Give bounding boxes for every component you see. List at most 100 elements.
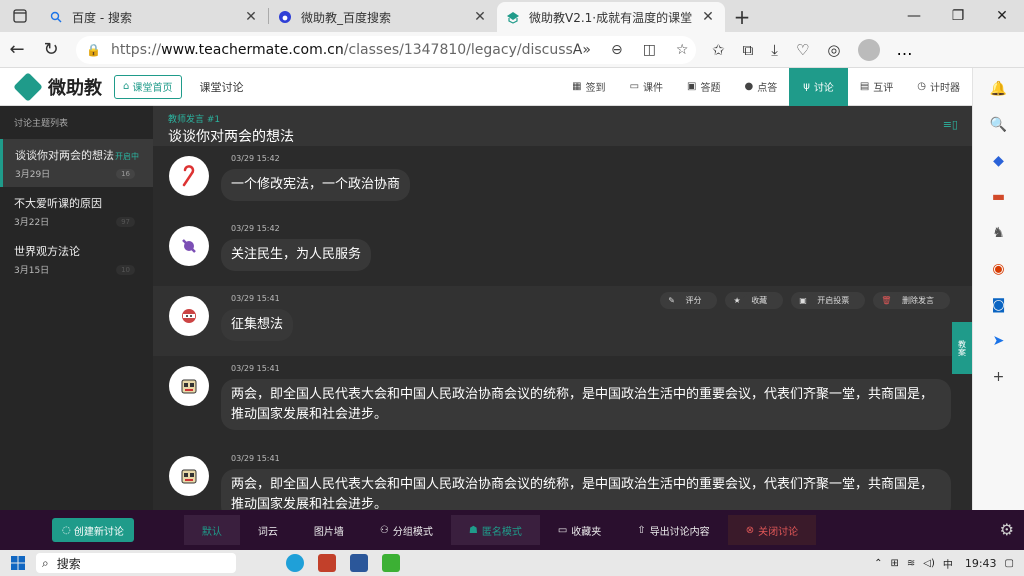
nav-signin[interactable]: ▦ 签到 <box>560 68 617 106</box>
message-item: 03/29 15:41 两会，即全国人民代表大会和中国人民政治协商会议的统称，是… <box>153 446 972 510</box>
read-aloud-icon[interactable]: A» <box>573 42 591 58</box>
message-time: 03/29 15:42 <box>231 154 280 163</box>
favorites-folder[interactable]: ▭ 收藏夹 <box>540 515 619 545</box>
topic-status: 开启中 <box>115 152 139 161</box>
vote-button[interactable]: ▣ 开启投票 <box>791 292 866 309</box>
browser-tab-1[interactable]: 百度 - 搜索 ✕ <box>40 2 268 32</box>
favorite-star-icon[interactable]: ☆ <box>676 42 689 58</box>
robot-icon <box>169 456 209 496</box>
add-icon[interactable]: + <box>988 366 1010 388</box>
mode-default[interactable]: 默认 <box>183 515 240 545</box>
window-controls: — ❐ ✕ <box>892 0 1024 32</box>
shopping-tag-icon[interactable]: ◆ <box>988 150 1010 172</box>
clock[interactable]: 19:43 <box>965 557 997 570</box>
create-discussion-button[interactable]: ◌ 创建新讨论 <box>52 518 134 542</box>
close-window-icon[interactable]: ✕ <box>980 0 1024 32</box>
volume-icon[interactable]: ◁) <box>923 558 935 569</box>
message-item-hovered: 03/29 15:41 征集想法 ✎ 评分 ★ 收藏 ▣ 开启投票 🗑 删除发言 <box>153 286 972 356</box>
close-icon[interactable]: ✕ <box>699 9 717 25</box>
search-icon[interactable]: 🔍 <box>988 114 1010 136</box>
discussion-pane: 教师发言 #1 谈谈你对两会的想法 ≡▯ 03/29 15:42 一个修改宪法，… <box>153 106 972 510</box>
nav-timer[interactable]: ◷ 计时器 <box>905 68 972 106</box>
outlook-icon[interactable]: ◙ <box>988 294 1010 316</box>
nav-rollcall[interactable]: ● 点答 <box>732 68 789 106</box>
copilot-icon[interactable]: ◎ <box>827 41 840 59</box>
refresh-icon[interactable]: ↻ <box>34 35 68 65</box>
nav-label: 讨论 <box>813 83 834 94</box>
delete-button[interactable]: 🗑 删除发言 <box>873 292 950 309</box>
mode-anonymous[interactable]: ☗ 匿名模式 <box>450 515 540 545</box>
toolbox-icon[interactable]: ▬ <box>988 186 1010 208</box>
baidu-icon <box>277 9 293 25</box>
new-tab-button[interactable]: + <box>725 2 759 32</box>
mode-picture-wall[interactable]: 图片墙 <box>296 515 362 545</box>
browser-tab-strip: 百度 - 搜索 ✕ 微助教_百度搜索 ✕ 微助教V2.1·成就有温度的课堂 ✕ … <box>0 0 1024 32</box>
topic-item-1[interactable]: 谈谈你对两会的想法 3月29日 开启中 16 <box>0 139 153 187</box>
teachermate-icon <box>505 9 521 25</box>
discussion-header: 教师发言 #1 谈谈你对两会的想法 ≡▯ <box>153 106 972 146</box>
mode-label: 匿名模式 <box>481 526 522 538</box>
mode-wordcloud[interactable]: 词云 <box>240 515 296 545</box>
filter-icon[interactable]: ≡▯ <box>943 118 958 131</box>
topic-title: 世界观方法论 <box>14 245 80 258</box>
topic-count: 10 <box>116 265 135 275</box>
nav-quiz[interactable]: ▣ 答题 <box>675 68 732 106</box>
topic-item-3[interactable]: 世界观方法论 3月15日 10 <box>0 235 153 283</box>
robot-icon <box>169 366 209 406</box>
rate-button[interactable]: ✎ 评分 <box>660 292 718 309</box>
close-icon[interactable]: ✕ <box>242 9 260 25</box>
mode-label: 导出讨论内容 <box>649 526 710 538</box>
performance-icon[interactable]: ♡ <box>796 41 809 59</box>
tab-actions-icon[interactable] <box>0 0 40 32</box>
gear-icon[interactable]: ⚙ <box>1000 520 1014 539</box>
back-icon[interactable]: ← <box>0 35 34 65</box>
favorites-icon[interactable]: ✩ <box>712 41 725 59</box>
edge-app-icon[interactable] <box>286 554 304 572</box>
chevron-up-icon[interactable]: ⌃ <box>874 558 882 569</box>
mode-group[interactable]: ⚇ 分组模式 <box>362 515 451 545</box>
send-icon[interactable]: ➤ <box>988 330 1010 352</box>
favorite-button[interactable]: ★ 收藏 <box>725 292 784 309</box>
maximize-icon[interactable]: ❐ <box>936 0 980 32</box>
nav-slides[interactable]: ▭ 课件 <box>618 68 675 106</box>
chess-icon[interactable]: ♞ <box>988 222 1010 244</box>
tab-label: 微助教V2.1·成就有温度的课堂 <box>529 10 693 25</box>
office-icon[interactable]: ◉ <box>988 258 1010 280</box>
message-item: 03/29 15:41 两会，即全国人民代表大会和中国人民政治协商会议的统称，是… <box>153 356 972 446</box>
app-icon-2[interactable] <box>318 554 336 572</box>
course-home-button[interactable]: ⌂ 课堂首页 <box>114 74 182 99</box>
collections-icon[interactable]: ⧉ <box>743 41 754 59</box>
ime-icon[interactable]: 中 <box>943 556 953 571</box>
browser-tab-2[interactable]: 微助教_百度搜索 ✕ <box>269 2 497 32</box>
nav-review[interactable]: ▤ 互评 <box>848 68 905 106</box>
split-screen-icon[interactable]: ◫ <box>643 42 656 58</box>
edge-sidebar: 🔔 🔍 ◆ ▬ ♞ ◉ ◙ ➤ + <box>972 68 1024 510</box>
nav-discuss[interactable]: ψ 讨论 <box>789 67 848 106</box>
more-icon[interactable]: … <box>896 40 912 59</box>
browser-tab-3[interactable]: 微助教V2.1·成就有温度的课堂 ✕ <box>497 2 725 32</box>
export-button[interactable]: ⇧ 导出讨论内容 <box>619 515 727 545</box>
taskbar-search[interactable]: ⌕ 搜索 <box>36 553 236 573</box>
lesson-plan-tab[interactable]: 教案 <box>952 322 972 374</box>
zoom-icon[interactable]: ⊖ <box>611 42 623 58</box>
url-field[interactable]: 🔒 https://www.teachermate.com.cn/classes… <box>76 35 696 64</box>
wifi-icon[interactable]: ≋ <box>907 558 915 569</box>
tray-app-icon[interactable]: ⊞ <box>890 558 898 569</box>
app-logo[interactable]: 微助教 <box>0 71 112 102</box>
bell-icon[interactable]: 🔔 <box>988 78 1010 100</box>
message-bubble: 两会，即全国人民代表大会和中国人民政治协商会议的统称，是中国政治生活中的重要会议… <box>221 379 951 430</box>
profile-avatar[interactable] <box>858 38 881 61</box>
downloads-icon[interactable]: ⤓ <box>771 41 778 59</box>
notification-icon[interactable]: ▢ <box>1005 558 1014 569</box>
ninja-icon <box>169 296 209 336</box>
windows-start-icon[interactable] <box>0 556 36 570</box>
close-icon[interactable]: ✕ <box>471 9 489 25</box>
wechat-app-icon[interactable] <box>382 554 400 572</box>
view-modes: 默认 词云 图片墙 ⚇ 分组模式 ☗ 匿名模式 ▭ 收藏夹 ⇧ 导出讨论内容 ⊗ 关闭讨论 <box>183 510 817 550</box>
word-app-icon[interactable] <box>350 554 368 572</box>
topic-item-2[interactable]: 不大爱听课的原因 3月22日 97 <box>0 187 153 235</box>
message-bubble: 征集想法 <box>221 309 294 341</box>
close-discussion-button[interactable]: ⊗ 关闭讨论 <box>727 515 817 545</box>
tab-label: 微助教_百度搜索 <box>301 10 392 25</box>
minimize-icon[interactable]: — <box>892 0 936 32</box>
